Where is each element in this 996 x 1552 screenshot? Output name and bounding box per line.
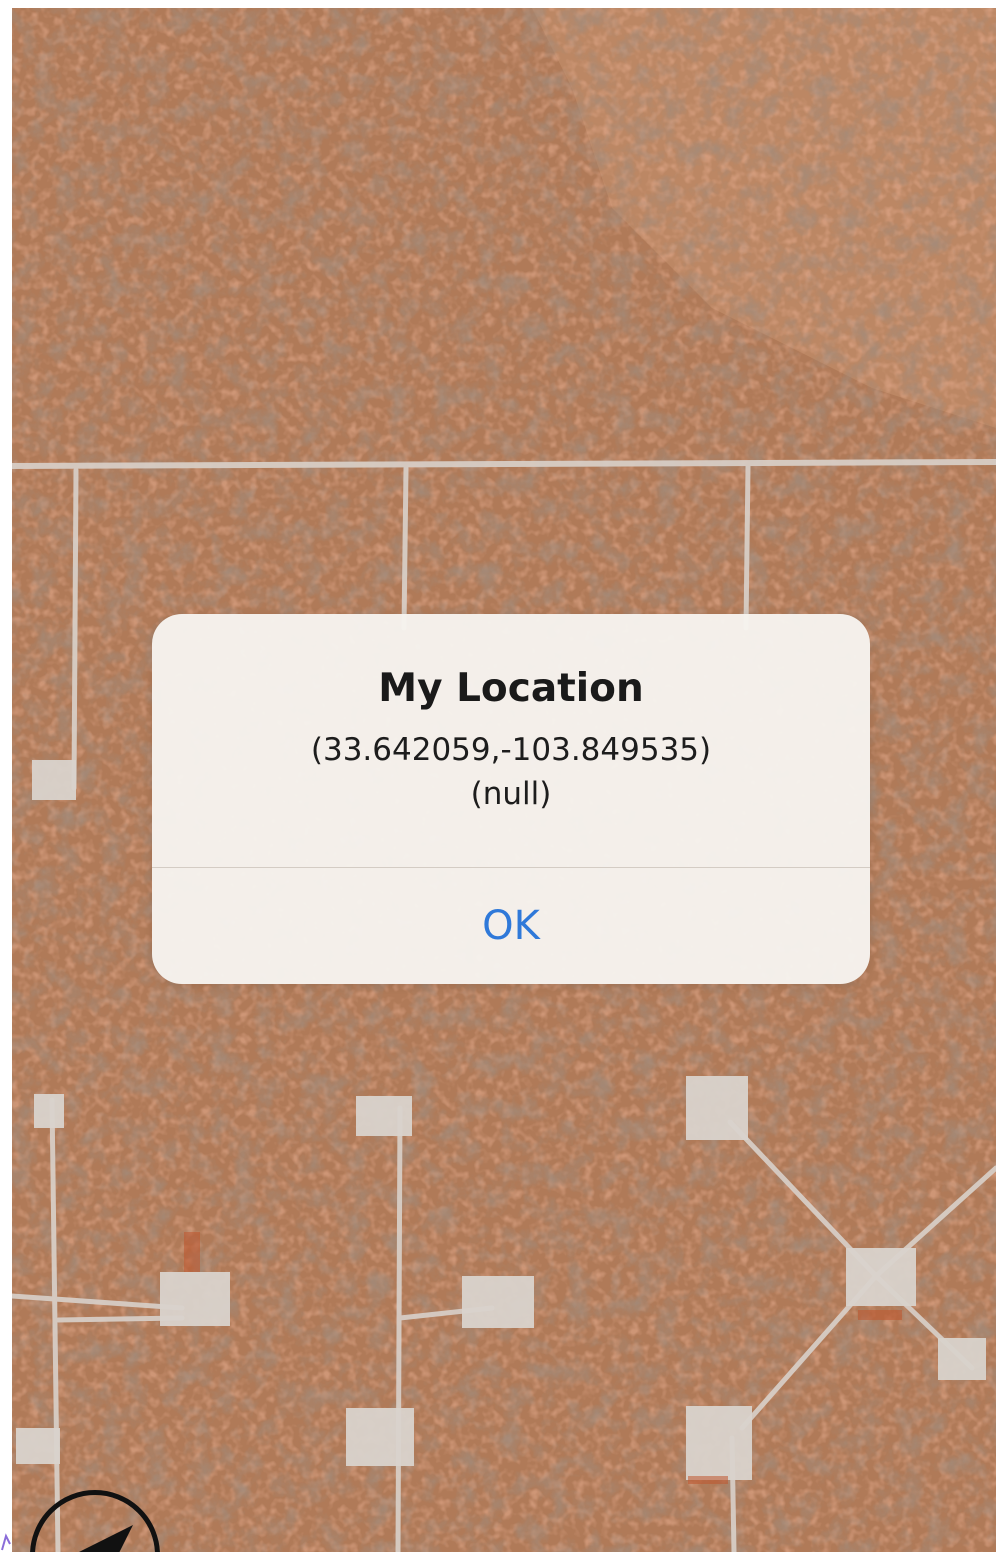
alert-subtitle: (null): [470, 776, 552, 812]
ok-button[interactable]: OK: [152, 868, 870, 984]
edge-mark-icon: [1, 1533, 11, 1551]
user-tracking-button[interactable]: [30, 1490, 160, 1552]
alert-title: My Location: [378, 666, 644, 711]
alert-coordinates: (33.642059,-103.849535): [310, 732, 712, 768]
location-arrow-icon: [79, 1525, 133, 1552]
map-screen: My Location (33.642059,-103.849535) (nul…: [0, 0, 996, 1552]
location-alert-dialog: My Location (33.642059,-103.849535) (nul…: [152, 614, 870, 984]
